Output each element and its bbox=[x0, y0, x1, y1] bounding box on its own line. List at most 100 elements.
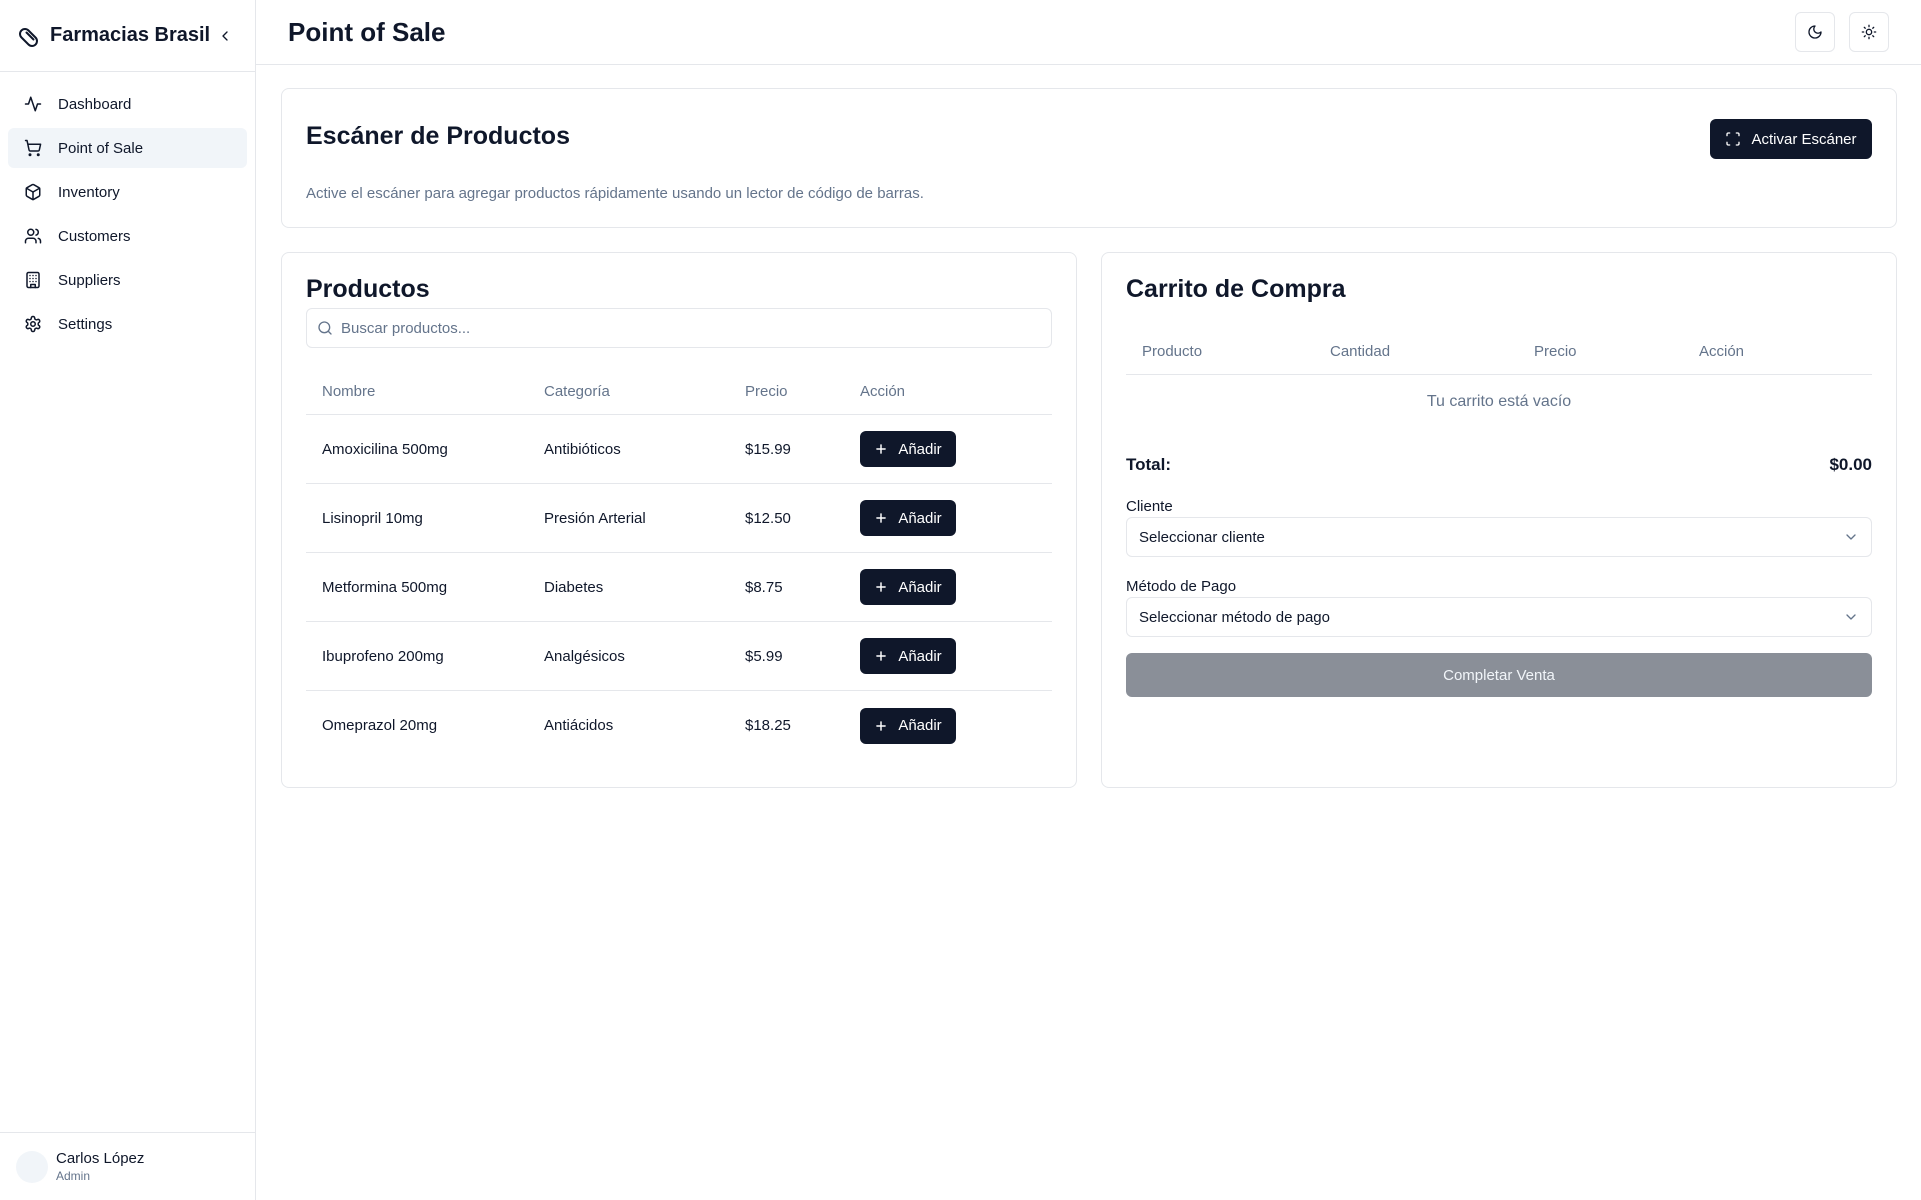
sidebar-item-dashboard[interactable]: Dashboard bbox=[8, 84, 247, 124]
products-card: Productos Nombre Categoría Precio Acción… bbox=[281, 252, 1077, 788]
product-name: Lisinopril 10mg bbox=[322, 509, 423, 527]
scanner-description: Active el escáner para agregar productos… bbox=[306, 185, 924, 202]
table-row: Omeprazol 20mg Antiácidos $18.25 Añadir bbox=[306, 691, 1052, 760]
search-input[interactable] bbox=[341, 319, 1041, 337]
sidebar-item-suppliers[interactable]: Suppliers bbox=[8, 260, 247, 300]
product-search[interactable] bbox=[306, 308, 1052, 348]
collapse-sidebar-button[interactable] bbox=[213, 24, 237, 48]
add-button-label: Añadir bbox=[898, 509, 942, 527]
product-price: $15.99 bbox=[745, 440, 791, 458]
customer-select-value: Seleccionar cliente bbox=[1139, 528, 1265, 546]
activate-scanner-button[interactable]: Activar Escáner bbox=[1710, 119, 1872, 159]
table-row: Metformina 500mg Diabetes $8.75 Añadir bbox=[306, 553, 1052, 622]
top-bar: Point of Sale bbox=[256, 0, 1921, 65]
scanner-card: Escáner de Productos Active el escáner p… bbox=[281, 88, 1897, 228]
product-category: Analgésicos bbox=[544, 647, 625, 665]
column-header-price: Precio bbox=[1534, 343, 1577, 360]
cart-empty-message: Tu carrito está vacío bbox=[1426, 393, 1572, 410]
sidebar-item-label: Settings bbox=[58, 315, 113, 333]
add-button-label: Añadir bbox=[898, 647, 942, 665]
payment-method-label: Método de Pago bbox=[1126, 578, 1237, 595]
column-header-action: Acción bbox=[860, 383, 906, 400]
product-category: Diabetes bbox=[544, 578, 604, 596]
brand-name: Farmacias Brasil bbox=[50, 24, 211, 46]
product-name: Ibuprofeno 200mg bbox=[322, 647, 444, 665]
payment-method-select-value: Seleccionar método de pago bbox=[1139, 608, 1330, 626]
users-icon bbox=[24, 227, 42, 245]
add-button-label: Añadir bbox=[898, 440, 942, 458]
user-profile[interactable]: Carlos López Admin bbox=[0, 1132, 255, 1200]
plus-icon bbox=[874, 649, 888, 663]
sidebar-nav: Dashboard Point of Sale Inventory Custom… bbox=[0, 72, 255, 360]
package-icon bbox=[24, 183, 42, 201]
total-value: $0.00 bbox=[1829, 455, 1872, 474]
table-row: Lisinopril 10mg Presión Arterial $12.50 … bbox=[306, 484, 1052, 553]
add-product-button[interactable]: Añadir bbox=[860, 500, 956, 536]
product-category: Antiácidos bbox=[544, 717, 614, 734]
add-button-label: Añadir bbox=[898, 717, 942, 734]
total-label: Total: bbox=[1126, 455, 1172, 474]
activity-icon bbox=[24, 95, 42, 113]
add-product-button[interactable]: Añadir bbox=[860, 569, 956, 605]
column-header-name: Nombre bbox=[322, 383, 376, 400]
plus-icon bbox=[874, 442, 888, 456]
product-price: $8.75 bbox=[745, 578, 783, 596]
sidebar: Farmacias Brasil Dashboard Point of Sale… bbox=[0, 0, 256, 1200]
cart-icon bbox=[24, 139, 42, 157]
scan-icon bbox=[1725, 131, 1741, 147]
add-product-button[interactable]: Añadir bbox=[860, 707, 956, 744]
user-role: Admin bbox=[56, 1169, 91, 1183]
sidebar-item-label: Inventory bbox=[58, 183, 120, 201]
products-table: Nombre Categoría Precio Acción Amoxicili… bbox=[306, 369, 1052, 760]
plus-icon bbox=[874, 580, 888, 594]
column-header-price: Precio bbox=[745, 383, 788, 400]
payment-method-select[interactable]: Seleccionar método de pago bbox=[1126, 597, 1872, 637]
product-price: $5.99 bbox=[745, 647, 783, 665]
moon-icon bbox=[1808, 25, 1822, 39]
sun-icon bbox=[1861, 24, 1877, 40]
sidebar-item-point-of-sale[interactable]: Point of Sale bbox=[8, 128, 247, 168]
add-product-button[interactable]: Añadir bbox=[860, 431, 956, 467]
gear-icon bbox=[24, 315, 42, 333]
column-header-quantity: Cantidad bbox=[1330, 343, 1391, 360]
complete-sale-button[interactable]: Completar Venta bbox=[1126, 653, 1872, 697]
table-header: Nombre Categoría Precio Acción bbox=[306, 369, 1052, 415]
light-mode-button[interactable] bbox=[1849, 12, 1889, 52]
sidebar-item-customers[interactable]: Customers bbox=[8, 216, 247, 256]
sidebar-item-label: Customers bbox=[58, 227, 131, 245]
sidebar-item-inventory[interactable]: Inventory bbox=[8, 172, 247, 212]
cart-total: Total: $0.00 bbox=[1126, 455, 1872, 475]
product-category: Antibióticos bbox=[544, 440, 621, 458]
customer-label: Cliente bbox=[1126, 498, 1173, 515]
product-name: Metformina 500mg bbox=[322, 578, 448, 596]
sidebar-item-label: Suppliers bbox=[58, 271, 121, 289]
user-name: Carlos López bbox=[56, 1150, 145, 1167]
product-name: Amoxicilina 500mg bbox=[322, 440, 448, 458]
building-icon bbox=[24, 271, 42, 289]
customer-select[interactable]: Seleccionar cliente bbox=[1126, 517, 1872, 557]
products-title: Productos bbox=[306, 275, 430, 303]
column-header-action: Acción bbox=[1699, 343, 1745, 360]
avatar bbox=[16, 1150, 48, 1183]
table-row: Ibuprofeno 200mg Analgésicos $5.99 Añadi… bbox=[306, 622, 1052, 691]
table-row: Amoxicilina 500mg Antibióticos $15.99 Añ… bbox=[306, 415, 1052, 484]
dark-mode-button[interactable] bbox=[1795, 12, 1835, 52]
search-icon bbox=[317, 320, 333, 336]
chevron-down-icon bbox=[1843, 529, 1859, 545]
product-price: $18.25 bbox=[745, 717, 791, 734]
pill-icon bbox=[18, 24, 42, 48]
product-name: Omeprazol 20mg bbox=[322, 717, 438, 734]
scanner-title: Escáner de Productos bbox=[306, 122, 570, 150]
cart-table-header: Producto Cantidad Precio Acción bbox=[1126, 329, 1872, 375]
add-product-button[interactable]: Añadir bbox=[860, 638, 956, 674]
chevron-down-icon bbox=[1843, 609, 1859, 625]
plus-icon bbox=[874, 719, 888, 733]
product-category: Presión Arterial bbox=[544, 509, 646, 527]
column-header-product: Producto bbox=[1142, 343, 1203, 360]
plus-icon bbox=[874, 511, 888, 525]
add-button-label: Añadir bbox=[898, 578, 942, 596]
brand-header: Farmacias Brasil bbox=[0, 0, 255, 72]
sidebar-item-settings[interactable]: Settings bbox=[8, 304, 247, 344]
product-price: $12.50 bbox=[745, 509, 791, 527]
chevron-left-icon bbox=[222, 30, 228, 41]
